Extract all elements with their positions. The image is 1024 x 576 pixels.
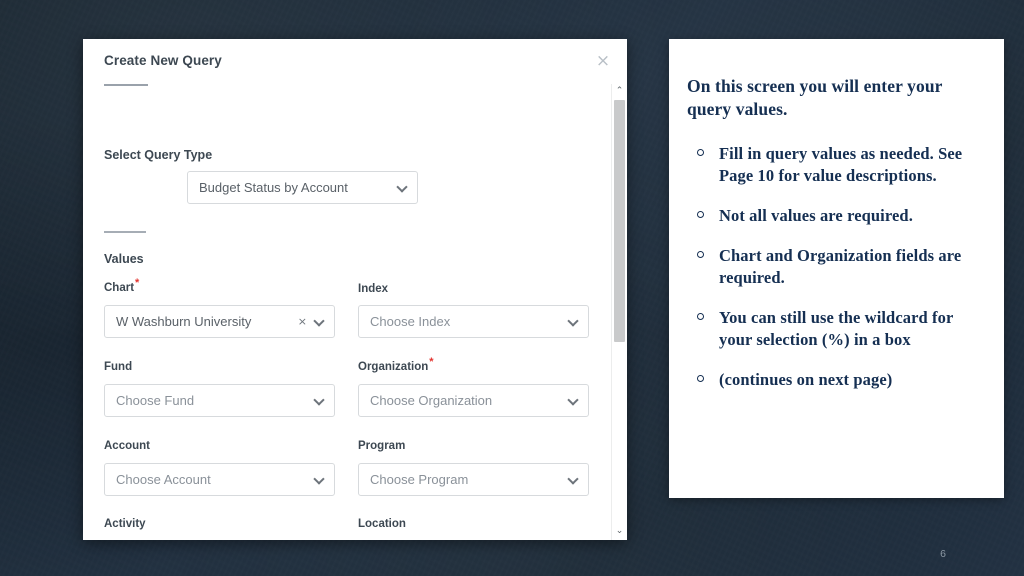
- index-select[interactable]: Choose Index: [358, 305, 589, 338]
- select-query-type-label: Select Query Type: [104, 148, 213, 162]
- close-icon[interactable]: ×: [595, 53, 611, 70]
- list-item: You can still use the wildcard for your …: [687, 307, 982, 351]
- title-divider: [104, 84, 148, 86]
- instruction-panel: On this screen you will enter your query…: [669, 39, 1004, 498]
- organization-label-text: Organization: [358, 361, 429, 373]
- organization-select[interactable]: Choose Organization: [358, 384, 589, 417]
- location-field-label: Location: [358, 518, 406, 530]
- scroll-up-arrow-icon[interactable]: ⌃: [612, 84, 627, 98]
- chart-value: W Washburn University: [116, 314, 252, 329]
- bullet-circle-icon: [697, 211, 704, 219]
- fund-select[interactable]: Choose Fund: [104, 384, 335, 417]
- list-item: Fill in query values as needed. See Page…: [687, 143, 982, 187]
- fund-value: Choose Fund: [116, 393, 195, 408]
- list-item: Not all values are required.: [687, 205, 982, 227]
- chevron-down-icon: [568, 474, 579, 485]
- bullet-circle-icon: [697, 149, 704, 157]
- index-field-label: Index: [358, 283, 389, 295]
- clear-icon[interactable]: ×: [298, 315, 307, 328]
- list-item-text: Chart and Organization fields are requir…: [719, 246, 962, 287]
- account-value: Choose Account: [116, 472, 211, 487]
- program-field-label: Program: [358, 440, 406, 452]
- intro-paragraph: On this screen you will enter your query…: [687, 76, 943, 120]
- index-value: Choose Index: [370, 314, 451, 329]
- list-item-text: Fill in query values as needed. See Page…: [719, 144, 963, 186]
- query-type-value: Budget Status by Account: [199, 180, 348, 195]
- activity-field-label: Activity: [104, 518, 146, 530]
- required-asterisk: *: [135, 277, 140, 290]
- program-value: Choose Program: [370, 472, 469, 487]
- values-divider: [104, 231, 146, 233]
- chart-select[interactable]: W Washburn University ×: [104, 305, 335, 338]
- values-section-label: Values: [104, 252, 144, 266]
- query-type-select[interactable]: Budget Status by Account: [187, 171, 418, 204]
- organization-value: Choose Organization: [370, 393, 493, 408]
- list-item: Chart and Organization fields are requir…: [687, 245, 982, 289]
- create-new-query-modal: Create New Query × Select Query Type Bud…: [83, 39, 627, 540]
- program-select[interactable]: Choose Program: [358, 463, 589, 496]
- fund-field-label: Fund: [104, 361, 133, 373]
- chevron-down-icon: [314, 474, 325, 485]
- required-asterisk: *: [429, 356, 434, 369]
- account-select[interactable]: Choose Account: [104, 463, 335, 496]
- bullet-circle-icon: [697, 312, 704, 320]
- modal-scrollbar[interactable]: ⌃ ⌄: [611, 84, 627, 540]
- list-item-text: Not all values are required.: [719, 206, 913, 226]
- scrollbar-thumb[interactable]: [614, 100, 625, 342]
- account-field-label: Account: [104, 440, 150, 452]
- chart-field-label: Chart*: [104, 278, 139, 294]
- list-item-text: (continues on next page): [719, 369, 893, 389]
- organization-field-label: Organization*: [358, 357, 434, 373]
- query-modal-screenshot: Create New Query × Select Query Type Bud…: [83, 39, 627, 540]
- list-item-text: You can still use the wildcard for your …: [719, 307, 954, 349]
- chevron-down-icon: [314, 316, 325, 327]
- chevron-down-icon: [314, 395, 325, 406]
- scroll-down-arrow-icon[interactable]: ⌄: [612, 524, 627, 538]
- chevron-down-icon: [397, 182, 408, 193]
- modal-title: Create New Query: [104, 53, 222, 68]
- bullet-circle-icon: [697, 251, 704, 258]
- bullet-circle-icon: [697, 374, 704, 382]
- chevron-down-icon: [568, 316, 579, 327]
- instruction-bullet-list: Fill in query values as needed. See Page…: [687, 143, 982, 391]
- chart-label-text: Chart: [104, 282, 135, 294]
- chevron-down-icon: [568, 395, 579, 406]
- page-number: 6: [940, 548, 946, 560]
- list-item: (continues on next page): [687, 369, 982, 391]
